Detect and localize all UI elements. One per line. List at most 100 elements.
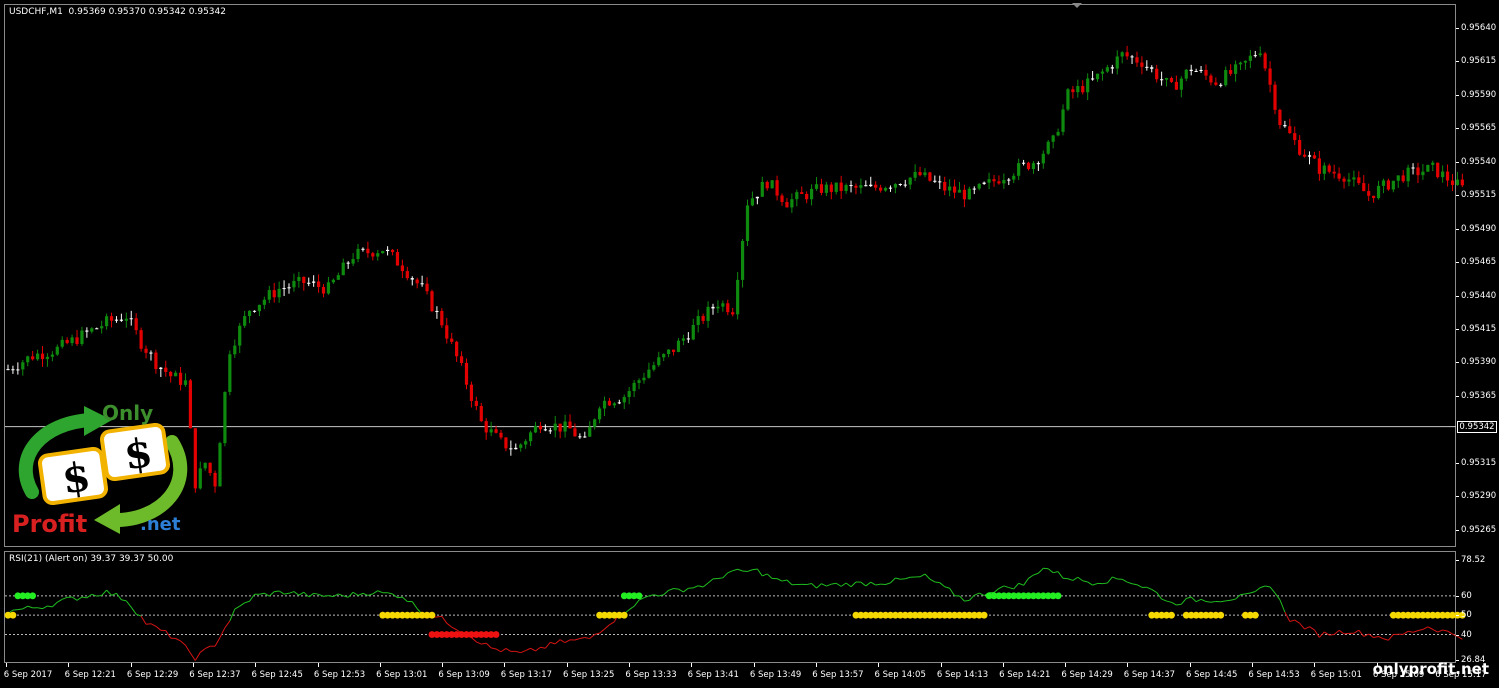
candle-body — [1248, 55, 1252, 61]
candle-body — [770, 180, 774, 189]
candle-body — [70, 337, 74, 344]
rsi-line-segment — [155, 625, 162, 631]
candle-body — [16, 369, 20, 371]
rsi-line-segment — [978, 592, 985, 596]
rsi-line-segment — [1442, 629, 1448, 632]
candle-body — [203, 462, 207, 469]
candle-body — [952, 186, 957, 193]
rsi-line-segment — [259, 592, 265, 595]
rsi-line-segment — [367, 593, 373, 596]
rsi-alert-dot — [492, 631, 500, 638]
rsi-line-segment — [1008, 587, 1014, 590]
candle-body — [686, 338, 690, 340]
rsi-line-segment — [481, 642, 487, 645]
candle-body — [21, 362, 25, 370]
rsi-line-segment — [411, 601, 418, 610]
rsi-line-segment — [377, 590, 383, 594]
candle-body — [1362, 183, 1366, 192]
time-tick-label: 6 Sep 13:57 — [812, 670, 864, 680]
rsi-line-segment — [37, 607, 43, 610]
rsi-line-segment — [698, 585, 704, 588]
candle-body — [514, 447, 518, 450]
rsi-line-segment — [1121, 578, 1128, 583]
candle-body — [997, 181, 1001, 184]
time-tick — [1127, 663, 1129, 667]
candle-body — [1199, 69, 1203, 72]
rsi-line-segment — [347, 591, 354, 598]
rsi-line-segment — [766, 573, 773, 579]
rsi-alert-dot — [1168, 611, 1175, 619]
candle-body — [1155, 68, 1159, 80]
rsi-line-segment — [1319, 631, 1325, 638]
rsi-line-segment — [1265, 585, 1271, 588]
rsi-alert-dot — [9, 611, 17, 619]
rsi-line-segment — [1412, 630, 1419, 633]
rsi-line-segment — [1289, 619, 1295, 623]
rsi-line-segment — [1200, 598, 1207, 602]
price-tick-label: 0.95540 — [1455, 156, 1497, 167]
candle-body — [252, 310, 257, 312]
rsi-line-segment — [949, 587, 955, 596]
rsi-line-segment — [338, 593, 344, 597]
rsi-line-segment — [1427, 626, 1433, 630]
candle-body — [1426, 164, 1430, 172]
candle-body — [450, 338, 454, 342]
rsi-line-segment — [278, 590, 285, 595]
rsi-line-segment — [840, 582, 847, 587]
candle-body — [1441, 171, 1445, 178]
rsi-line-segment — [574, 638, 581, 641]
rsi-line-segment — [599, 628, 605, 634]
price-tick-label: 0.95590 — [1455, 89, 1497, 100]
candle-body — [218, 443, 222, 487]
time-tick — [6, 663, 7, 667]
candle-body — [1086, 78, 1090, 93]
rsi-line-segment — [702, 582, 709, 588]
time-tick-label: 6 Sep 13:09 — [438, 670, 490, 680]
candle-body — [1376, 185, 1381, 199]
candle-body — [247, 310, 252, 317]
rsi-line-segment — [362, 592, 369, 596]
rsi-line-segment — [550, 641, 556, 645]
rsi-line-segment — [959, 595, 965, 602]
price-tick-label: 0.95490 — [1455, 223, 1497, 234]
candle-body — [731, 312, 735, 315]
candle-body — [287, 287, 291, 289]
candle-body — [548, 430, 552, 432]
candle-body — [612, 403, 616, 406]
time-tick — [1189, 663, 1191, 667]
candle-body — [711, 306, 715, 309]
rsi-line-segment — [1057, 571, 1064, 579]
candle-body — [1194, 70, 1198, 72]
time-tick — [379, 663, 381, 667]
candle-body — [1293, 133, 1297, 141]
candle-body — [1342, 178, 1346, 182]
rsi-line-segment — [313, 592, 319, 595]
rsi-line-segment — [1284, 611, 1291, 622]
candle-body — [775, 180, 779, 196]
candle-body — [824, 184, 828, 193]
rsi-line-segment — [1053, 571, 1059, 574]
candle-body — [159, 367, 163, 370]
candle-body — [1219, 84, 1223, 86]
rsi-line-segment — [1112, 576, 1118, 580]
candle-body — [1021, 162, 1026, 164]
price-tick-label: 0.95265 — [1455, 524, 1497, 535]
candle-body — [297, 276, 301, 282]
candle-body — [1002, 180, 1006, 184]
candle-body — [243, 316, 247, 326]
candle-body — [977, 183, 981, 189]
rsi-line-segment — [125, 600, 132, 608]
candle-body — [381, 251, 385, 254]
candle-body — [134, 318, 138, 331]
candle-body — [1012, 175, 1016, 180]
candle-body — [1056, 131, 1060, 136]
candle-body — [1184, 69, 1188, 79]
rsi-line-segment — [781, 579, 788, 582]
rsi-line-segment — [747, 569, 753, 572]
candle-body — [524, 441, 528, 445]
candle-body — [795, 192, 799, 200]
rsi-line-segment — [579, 637, 585, 640]
rsi-line-segment — [1190, 596, 1197, 603]
rsi-line-segment — [1299, 622, 1305, 630]
rsi-line-segment — [214, 637, 221, 647]
